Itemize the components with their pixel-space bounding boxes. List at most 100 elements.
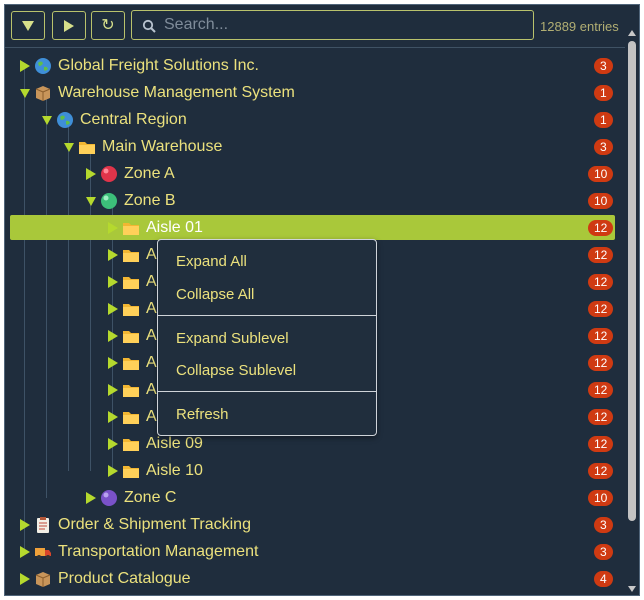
collapsed-caret-icon[interactable] [108, 249, 118, 261]
tree-row[interactable]: Zone C 10 [5, 485, 625, 512]
folder-icon [123, 358, 139, 370]
count-badge: 3 [594, 139, 613, 155]
truck-icon [35, 548, 51, 559]
folder-icon [123, 385, 139, 397]
folder-icon [123, 331, 139, 343]
collapsed-caret-icon[interactable] [20, 573, 30, 585]
collapsed-caret-icon[interactable] [20, 60, 30, 72]
collapsed-caret-icon[interactable] [108, 303, 118, 315]
collapsed-caret-icon[interactable] [108, 465, 118, 477]
caret-right-icon [64, 19, 74, 32]
expanded-caret-icon[interactable] [42, 114, 52, 126]
tree-node-label: Global Freight Solutions Inc. [58, 57, 259, 74]
scroll-down-arrow[interactable] [626, 583, 638, 595]
menu-item-collapse-sublevel[interactable]: Collapse Sublevel [158, 356, 376, 386]
tree-node-label: Aisle 09 [146, 435, 203, 452]
scroll-thumb[interactable] [628, 41, 636, 521]
search-icon [142, 19, 156, 33]
collapsed-caret-icon[interactable] [86, 168, 96, 180]
tree-row[interactable]: Product Catalogue 4 [5, 566, 625, 593]
scroll-up-icon [628, 30, 636, 36]
count-badge: 10 [588, 166, 614, 182]
collapsed-caret-icon[interactable] [108, 384, 118, 396]
tree-row[interactable]: Central Region 1 [5, 107, 625, 134]
tree-row[interactable]: Aisle 01 12 [5, 215, 625, 242]
tree-node-label: Zone C [124, 489, 177, 506]
menu-separator [158, 315, 376, 316]
selection-highlight [10, 215, 615, 240]
vertical-scrollbar[interactable] [626, 27, 638, 595]
count-badge: 1 [594, 85, 613, 101]
collapsed-caret-icon[interactable] [108, 411, 118, 423]
refresh-button[interactable]: ↻ [91, 11, 125, 40]
folder-icon [123, 277, 139, 289]
count-badge: 3 [594, 544, 613, 560]
count-badge: 12 [588, 436, 614, 452]
count-badge: 3 [594, 517, 613, 533]
folder-icon [123, 250, 139, 262]
collapsed-caret-icon[interactable] [108, 357, 118, 369]
folder-icon [123, 223, 139, 235]
collapsed-caret-icon[interactable] [108, 438, 118, 450]
box-icon [35, 86, 51, 101]
tree-row[interactable]: Zone B 10 [5, 188, 625, 215]
count-badge: 1 [594, 112, 613, 128]
tree-row[interactable]: Main Warehouse 3 [5, 134, 625, 161]
menu-separator [158, 391, 376, 392]
count-badge: 10 [588, 193, 614, 209]
folder-icon [123, 304, 139, 316]
tree-node-label: Zone B [124, 192, 176, 209]
tree-row[interactable]: Warehouse Management System 1 [5, 80, 625, 107]
scroll-up-arrow[interactable] [626, 27, 638, 39]
count-badge: 12 [588, 382, 614, 398]
collapsed-caret-icon[interactable] [20, 519, 30, 531]
expanded-caret-icon[interactable] [64, 141, 74, 153]
globe-icon [57, 112, 73, 128]
count-badge: 12 [588, 301, 614, 317]
tree-node-label: Transportation Management [58, 543, 259, 560]
collapsed-caret-icon[interactable] [108, 330, 118, 342]
count-badge: 12 [588, 355, 614, 371]
purple-ball-icon [101, 490, 117, 506]
folder-icon [123, 412, 139, 424]
tree-view-window: ↻ 12889 entries Global Freight Solutions… [4, 4, 640, 596]
collapsed-caret-icon[interactable] [20, 546, 30, 558]
expanded-caret-icon[interactable] [86, 195, 96, 207]
caret-down-icon [22, 20, 34, 31]
tree-row[interactable]: Transportation Management 3 [5, 539, 625, 566]
tree-node-label: Aisle 10 [146, 462, 203, 479]
collapsed-caret-icon[interactable] [108, 222, 118, 234]
tree-node-label: Zone A [124, 165, 175, 182]
folder-icon [123, 466, 139, 478]
expanded-caret-icon[interactable] [20, 87, 30, 99]
tree-node-label: Product Catalogue [58, 570, 191, 587]
context-menu: Expand All Collapse All Expand Sublevel … [157, 239, 377, 436]
tree-row[interactable]: Zone A 10 [5, 161, 625, 188]
expand-all-button[interactable] [52, 11, 86, 40]
search-box[interactable] [131, 10, 534, 40]
entries-count: 12889 entries [540, 19, 619, 34]
tree-node-label: Warehouse Management System [58, 84, 295, 101]
tree-node-label: Order & Shipment Tracking [58, 516, 251, 533]
menu-item-refresh[interactable]: Refresh [158, 400, 376, 430]
search-input[interactable] [162, 15, 522, 35]
collapsed-caret-icon[interactable] [108, 276, 118, 288]
count-badge: 10 [588, 490, 614, 506]
count-badge: 12 [588, 463, 614, 479]
menu-item-expand-all[interactable]: Expand All [158, 247, 376, 277]
tree-row[interactable]: Order & Shipment Tracking 3 [5, 512, 625, 539]
count-badge: 12 [588, 247, 614, 263]
folder-icon [79, 142, 95, 154]
menu-item-expand-sublevel[interactable]: Expand Sublevel [158, 324, 376, 354]
tree-node-label: Aisle 01 [146, 219, 203, 236]
menu-item-collapse-all[interactable]: Collapse All [158, 280, 376, 310]
tree-node-label: Central Region [80, 111, 187, 128]
globe-icon [35, 58, 51, 74]
tree-row[interactable]: Global Freight Solutions Inc. 3 [5, 53, 625, 80]
collapsed-caret-icon[interactable] [86, 492, 96, 504]
folder-icon [123, 439, 139, 451]
count-badge: 12 [588, 328, 614, 344]
tree-row[interactable]: Aisle 10 12 [5, 458, 625, 485]
collapse-all-button[interactable] [11, 11, 45, 40]
clipboard-icon [37, 517, 49, 533]
